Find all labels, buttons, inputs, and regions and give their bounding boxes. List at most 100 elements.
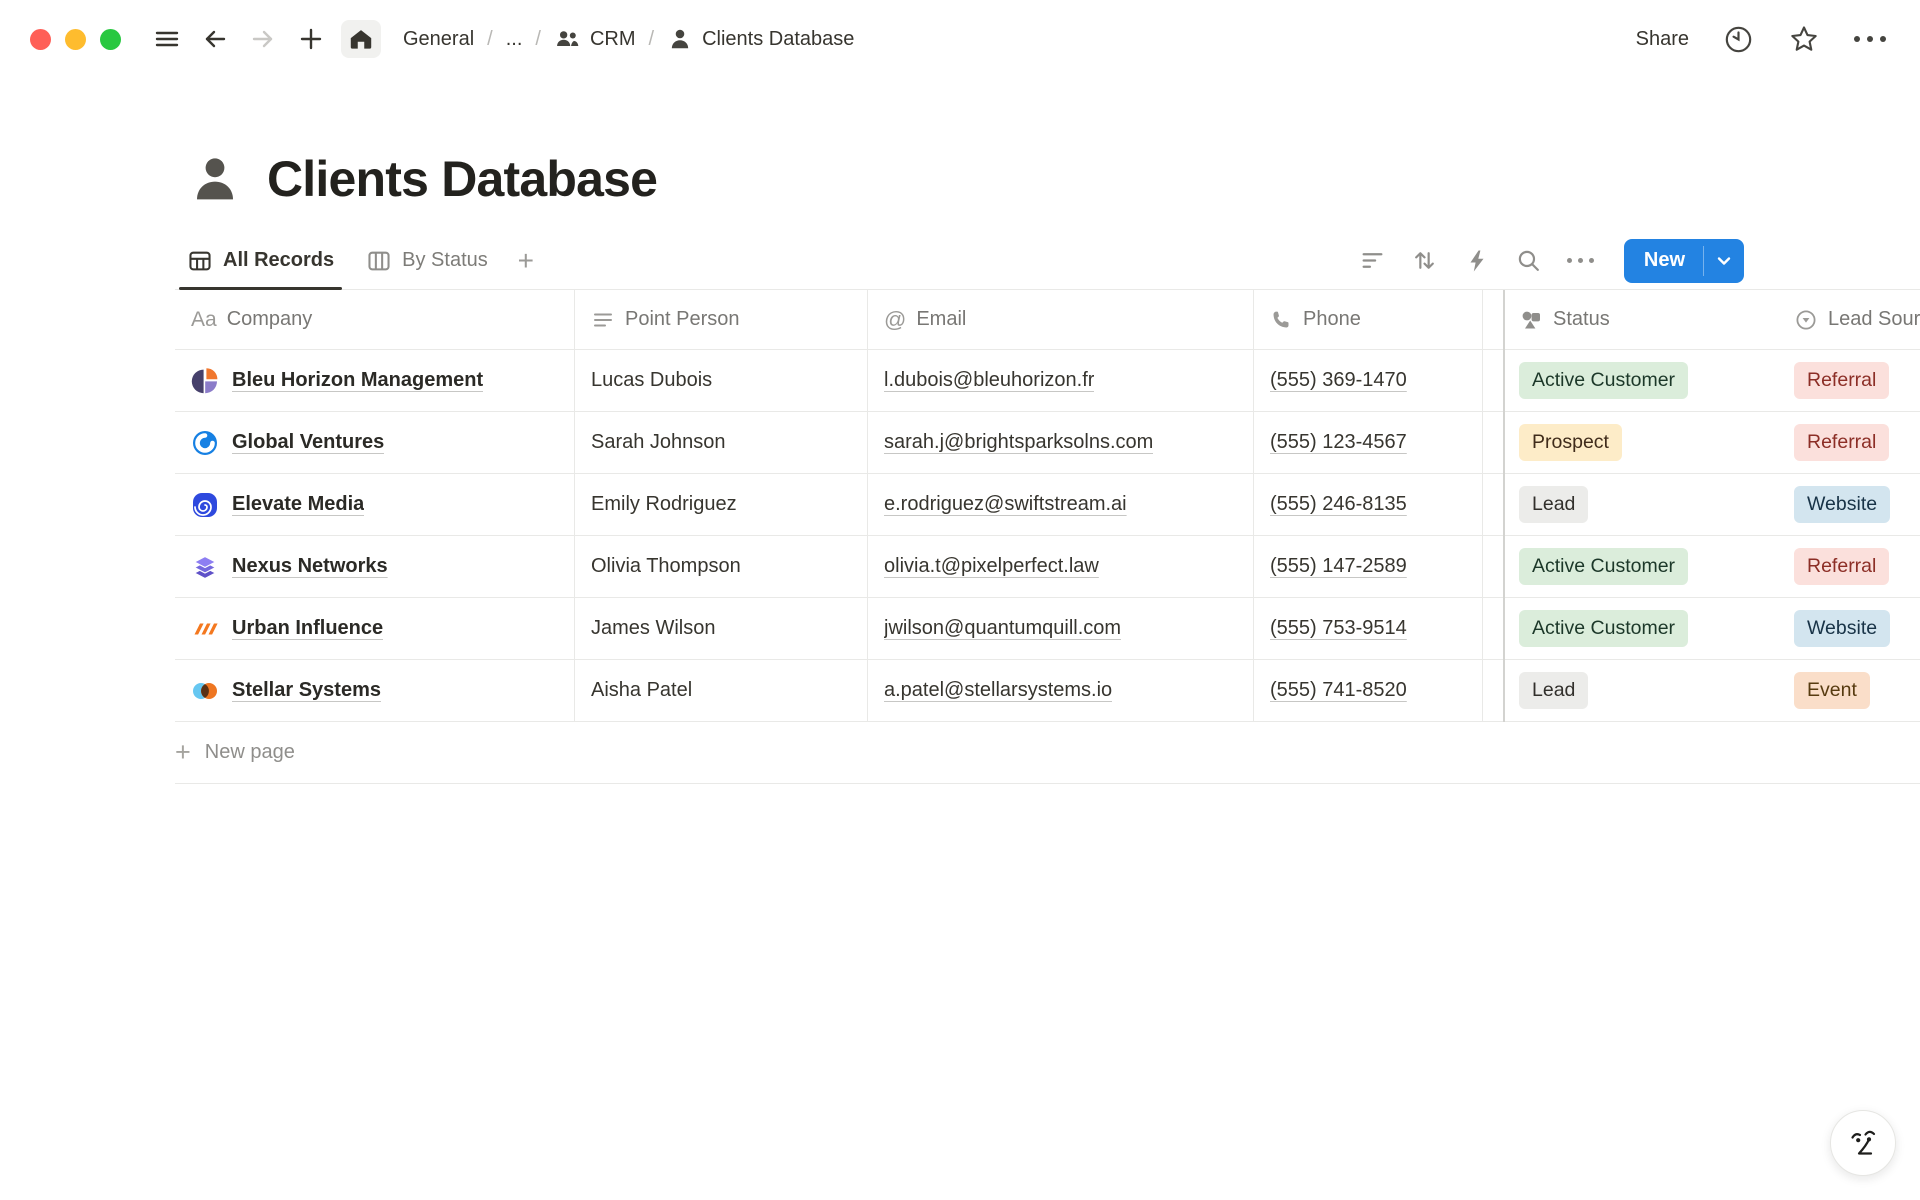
lead-source-badge: Website bbox=[1794, 610, 1890, 647]
forward-icon[interactable] bbox=[245, 21, 281, 57]
phone-cell[interactable]: (555) 123-4567 bbox=[1254, 412, 1483, 473]
column-header-phone[interactable]: Phone bbox=[1254, 290, 1483, 349]
company-cell[interactable]: Global Ventures bbox=[175, 412, 575, 473]
email-link[interactable]: sarah.j@brightsparksolns.com bbox=[884, 431, 1153, 454]
chevron-down-icon[interactable] bbox=[1704, 239, 1744, 283]
phone-link[interactable]: (555) 147-2589 bbox=[1270, 555, 1407, 578]
point-person-cell[interactable]: Sarah Johnson bbox=[575, 412, 868, 473]
company-cell[interactable]: Urban Influence bbox=[175, 598, 575, 659]
company-name[interactable]: Global Ventures bbox=[232, 431, 384, 454]
company-name[interactable]: Bleu Horizon Management bbox=[232, 369, 483, 392]
phone-cell[interactable]: (555) 246-8135 bbox=[1254, 474, 1483, 535]
favorite-star-icon[interactable] bbox=[1788, 23, 1820, 55]
point-person: Olivia Thompson bbox=[591, 555, 741, 578]
column-header-lead-source[interactable]: Lead Source bbox=[1778, 290, 1920, 349]
company-name[interactable]: Urban Influence bbox=[232, 617, 383, 640]
phone-link[interactable]: (555) 369-1470 bbox=[1270, 369, 1407, 392]
status-cell[interactable]: Lead bbox=[1503, 474, 1778, 535]
email-link[interactable]: jwilson@quantumquill.com bbox=[884, 617, 1121, 640]
phone-cell[interactable]: (555) 147-2589 bbox=[1254, 536, 1483, 597]
lead-source-cell[interactable]: Referral bbox=[1778, 350, 1920, 411]
email-link[interactable]: olivia.t@pixelperfect.law bbox=[884, 555, 1099, 578]
status-cell[interactable]: Active Customer bbox=[1503, 350, 1778, 411]
status-cell[interactable]: Active Customer bbox=[1503, 536, 1778, 597]
share-button[interactable]: Share bbox=[1636, 28, 1689, 51]
email-link[interactable]: e.rodriguez@swiftstream.ai bbox=[884, 493, 1127, 516]
new-record-button[interactable]: New bbox=[1624, 239, 1744, 283]
status-cell[interactable]: Lead bbox=[1503, 660, 1778, 721]
zoom-window-button[interactable] bbox=[100, 29, 121, 50]
close-window-button[interactable] bbox=[30, 29, 51, 50]
email-link[interactable]: a.patel@stellarsystems.io bbox=[884, 679, 1112, 702]
person-icon bbox=[667, 26, 693, 52]
new-page-row[interactable]: + New page bbox=[175, 722, 1920, 784]
point-person-cell[interactable]: James Wilson bbox=[575, 598, 868, 659]
add-view-icon[interactable]: + bbox=[508, 245, 544, 277]
company-cell[interactable]: Nexus Networks bbox=[175, 536, 575, 597]
more-options-icon[interactable] bbox=[1854, 36, 1886, 42]
column-spacer bbox=[1483, 536, 1503, 597]
new-tab-plus-icon[interactable] bbox=[293, 21, 329, 57]
column-header-point-person[interactable]: Point Person bbox=[575, 290, 868, 349]
tab-all-records[interactable]: All Records bbox=[175, 232, 346, 289]
phone-link[interactable]: (555) 123-4567 bbox=[1270, 431, 1407, 454]
new-button-label: New bbox=[1624, 239, 1703, 283]
home-icon[interactable] bbox=[341, 20, 381, 58]
page-person-icon[interactable] bbox=[187, 151, 243, 207]
phone-link[interactable]: (555) 753-9514 bbox=[1270, 617, 1407, 640]
email-link[interactable]: l.dubois@bleuhorizon.fr bbox=[884, 369, 1094, 392]
breadcrumb-label: General bbox=[403, 28, 474, 51]
breadcrumb-clients-database[interactable]: Clients Database bbox=[663, 24, 858, 54]
column-spacer bbox=[1483, 598, 1503, 659]
column-label: Company bbox=[227, 308, 313, 331]
column-header-company[interactable]: AaCompany bbox=[175, 290, 575, 349]
email-cell[interactable]: olivia.t@pixelperfect.law bbox=[868, 536, 1254, 597]
breadcrumb-collapsed[interactable]: ... bbox=[502, 26, 527, 53]
bolt-icon[interactable] bbox=[1458, 242, 1496, 280]
email-cell[interactable]: sarah.j@brightsparksolns.com bbox=[868, 412, 1254, 473]
lead-source-cell[interactable]: Referral bbox=[1778, 536, 1920, 597]
lead-source-cell[interactable]: Website bbox=[1778, 474, 1920, 535]
column-header-email[interactable]: @Email bbox=[868, 290, 1254, 349]
company-cell[interactable]: Bleu Horizon Management bbox=[175, 350, 575, 411]
minimize-window-button[interactable] bbox=[65, 29, 86, 50]
sort-icon[interactable] bbox=[1406, 242, 1444, 280]
notion-ai-face-button[interactable] bbox=[1830, 1110, 1896, 1176]
database-table: AaCompany Point Person @Email Phone Stat… bbox=[175, 290, 1920, 784]
breadcrumb-general[interactable]: General bbox=[399, 26, 478, 53]
company-cell[interactable]: Stellar Systems bbox=[175, 660, 575, 721]
phone-link[interactable]: (555) 246-8135 bbox=[1270, 493, 1407, 516]
status-cell[interactable]: Active Customer bbox=[1503, 598, 1778, 659]
column-spacer bbox=[1483, 290, 1503, 349]
point-person-cell[interactable]: Olivia Thompson bbox=[575, 536, 868, 597]
email-cell[interactable]: a.patel@stellarsystems.io bbox=[868, 660, 1254, 721]
company-cell[interactable]: Elevate Media bbox=[175, 474, 575, 535]
search-icon[interactable] bbox=[1510, 242, 1548, 280]
email-cell[interactable]: e.rodriguez@swiftstream.ai bbox=[868, 474, 1254, 535]
email-cell[interactable]: l.dubois@bleuhorizon.fr bbox=[868, 350, 1254, 411]
company-name[interactable]: Nexus Networks bbox=[232, 555, 388, 578]
filter-icon[interactable] bbox=[1354, 242, 1392, 280]
company-name[interactable]: Elevate Media bbox=[232, 493, 364, 516]
back-icon[interactable] bbox=[197, 21, 233, 57]
sidebar-menu-icon[interactable] bbox=[149, 21, 185, 57]
phone-cell[interactable]: (555) 369-1470 bbox=[1254, 350, 1483, 411]
clock-updates-icon[interactable] bbox=[1723, 24, 1754, 55]
column-header-status[interactable]: Status bbox=[1503, 290, 1778, 349]
phone-cell[interactable]: (555) 741-8520 bbox=[1254, 660, 1483, 721]
phone-cell[interactable]: (555) 753-9514 bbox=[1254, 598, 1483, 659]
email-cell[interactable]: jwilson@quantumquill.com bbox=[868, 598, 1254, 659]
tab-by-status[interactable]: By Status bbox=[354, 232, 500, 289]
phone-link[interactable]: (555) 741-8520 bbox=[1270, 679, 1407, 702]
lead-source-cell[interactable]: Event bbox=[1778, 660, 1920, 721]
point-person: Aisha Patel bbox=[591, 679, 692, 702]
view-more-icon[interactable] bbox=[1562, 242, 1600, 280]
lead-source-cell[interactable]: Website bbox=[1778, 598, 1920, 659]
breadcrumb-crm[interactable]: CRM bbox=[550, 24, 640, 55]
lead-source-cell[interactable]: Referral bbox=[1778, 412, 1920, 473]
point-person-cell[interactable]: Lucas Dubois bbox=[575, 350, 868, 411]
status-cell[interactable]: Prospect bbox=[1503, 412, 1778, 473]
point-person-cell[interactable]: Aisha Patel bbox=[575, 660, 868, 721]
point-person-cell[interactable]: Emily Rodriguez bbox=[575, 474, 868, 535]
company-name[interactable]: Stellar Systems bbox=[232, 679, 381, 702]
